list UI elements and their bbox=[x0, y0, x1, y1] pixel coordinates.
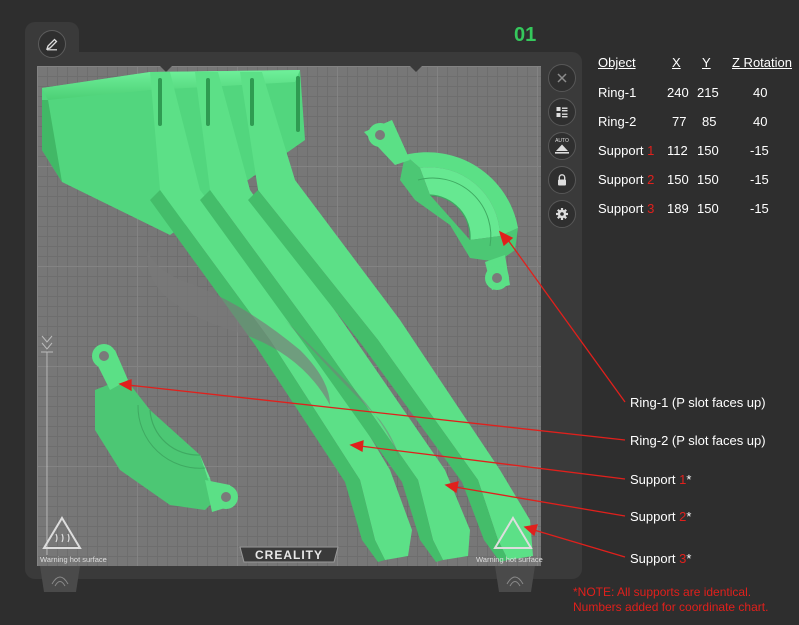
hot-surface-warning-left: Warning hot surface bbox=[40, 555, 107, 564]
col-header-x: X bbox=[672, 55, 681, 70]
fingerprint-tab-right bbox=[495, 566, 535, 592]
brand-logo: CREALITY bbox=[255, 548, 323, 562]
fingerprint-tab-left bbox=[40, 566, 80, 592]
table-row: Support 1 112 150 -15 bbox=[598, 143, 769, 158]
table-row: Ring-2 77 85 40 bbox=[598, 114, 768, 129]
callout-support-3: Support 3* bbox=[630, 551, 692, 566]
table-row: Ring-1 240 215 40 bbox=[598, 85, 768, 100]
col-header-object: Object bbox=[598, 55, 636, 70]
callout-ring-2: Ring-2 (P slot faces up) bbox=[630, 433, 766, 448]
warning-icon-left bbox=[42, 516, 82, 549]
col-header-rotation: Z Rotation bbox=[732, 55, 792, 70]
table-row: Support 2 150 150 -15 bbox=[598, 172, 769, 187]
z-scale bbox=[41, 335, 53, 555]
note: *NOTE: All supports are identical. Numbe… bbox=[573, 585, 769, 614]
callout-ring-1: Ring-1 (P slot faces up) bbox=[630, 395, 766, 410]
callout-support-2: Support 2* bbox=[630, 509, 692, 524]
ring-2-model[interactable] bbox=[92, 344, 238, 512]
callout-support-1: Support 1* bbox=[630, 472, 692, 487]
col-header-y: Y bbox=[702, 55, 711, 70]
ring-1-model[interactable] bbox=[364, 120, 518, 290]
table-row: Support 3 189 150 -15 bbox=[598, 201, 769, 216]
hot-surface-warning-right: Warning hot surface bbox=[476, 555, 543, 564]
